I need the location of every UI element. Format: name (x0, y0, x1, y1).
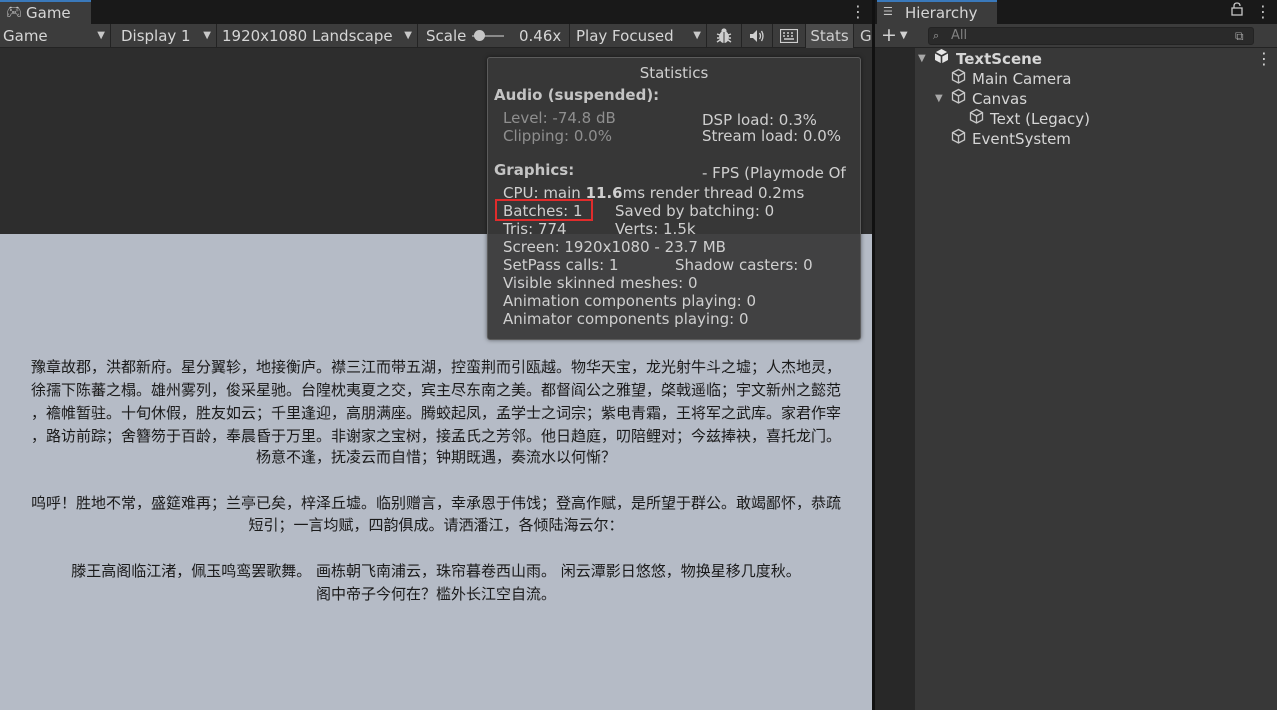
visible-skinned-meshes: Visible skinned meshes: 0 (503, 274, 698, 292)
lock-icon[interactable] (1231, 2, 1243, 20)
gizmos-button[interactable]: G (854, 24, 872, 48)
game-tab-bar: 🎮︎ Game ⋮ (0, 0, 872, 24)
text-line: 阁中帝子今何在？槛外长江空自流。 (315, 585, 556, 603)
hierarchy-item-text-legacy[interactable]: Text (Legacy) (875, 108, 1277, 130)
game-more-menu-icon[interactable]: ⋮ (850, 2, 866, 22)
audio-header: Audio (suspended): (494, 86, 660, 104)
text-line: 徐孺下陈蕃之榻。雄州雾列，俊采星驰。台隍枕夷夏之交，宾主尽东南之美。都督阎公之雅… (30, 381, 841, 399)
gameobject-cube-icon (950, 68, 967, 90)
hierarchy-item-textscene[interactable]: ▼ TextScene ⋮ (875, 49, 1277, 69)
hierarchy-item-main-camera[interactable]: Main Camera (875, 68, 1277, 90)
hierarchy-item-label: Canvas (972, 90, 1028, 108)
audio-level: Level: -74.8 dB (503, 109, 616, 127)
statistics-title: Statistics (639, 64, 709, 82)
text-line: 豫章故郡，洪都新府。星分翼轸，地接衡庐。襟三江而带五湖，控蛮荆而引瓯越。物华天宝… (30, 358, 841, 376)
scene-more-menu-icon[interactable]: ⋮ (1256, 49, 1272, 69)
animation-components: Animation components playing: 0 (503, 292, 757, 310)
gameobject-cube-icon (950, 128, 967, 150)
audio-clipping: Clipping: 0.0% (503, 127, 612, 145)
text-line: 滕王高阁临江渚，佩玉鸣鸾罢歌舞。 画栋朝飞南浦云，珠帘暮卷西山雨。 闲云潭影日悠… (71, 562, 801, 580)
text-line: 杨意不逢，抚凌云而自惜；钟期既遇，奏流水以何惭？ (255, 448, 616, 466)
hierarchy-item-label: EventSystem (972, 130, 1071, 148)
play-mode-select[interactable]: Play Focused ▼ (570, 24, 707, 48)
resolution-select-label: 1920x1080 Landscape (222, 27, 393, 45)
cpu-suffix: ms render thread 0.2ms (622, 184, 805, 202)
hierarchy-tab[interactable]: ☰ Hierarchy (877, 0, 997, 24)
chevron-down-icon: ▼ (899, 30, 908, 41)
animator-components: Animator components playing: 0 (503, 310, 749, 328)
mode-select[interactable]: Game ▼ (0, 24, 111, 48)
scale-control: Scale 0.46x (418, 24, 570, 48)
game-tab[interactable]: 🎮︎ Game (0, 0, 91, 24)
hierarchy-item-label: Main Camera (972, 70, 1072, 88)
text-line: ，襜帷暂驻。十旬休假，胜友如云；千里逢迎，高朋满座。腾蛟起凤，孟学士之词宗；紫电… (30, 404, 841, 422)
search-options-icon[interactable]: ⧉ (1235, 28, 1244, 44)
game-toolbar: Game ▼ Display 1 ▼ 1920x1080 Landscape ▼… (0, 24, 872, 48)
unity-scene-icon (933, 48, 950, 70)
tris-count: Tris: 774 (503, 220, 567, 238)
speaker-icon (750, 30, 764, 42)
bug-icon (716, 28, 732, 43)
game-tab-label: Game (26, 4, 71, 22)
text-line: 呜呼！胜地不常，盛筵难再；兰亭已矣，梓泽丘墟。临别赠言，幸承恩于伟饯；登高作赋，… (30, 494, 841, 512)
chevron-down-icon: ▼ (203, 30, 211, 41)
display-select-label: Display 1 (121, 27, 191, 45)
gameobject-cube-icon (968, 108, 985, 130)
hierarchy-item-label: TextScene (956, 50, 1042, 68)
list-icon: ☰ (883, 5, 893, 18)
shortcuts-button[interactable] (773, 24, 806, 48)
graphics-header: Graphics: (494, 161, 575, 179)
resolution-select[interactable]: 1920x1080 Landscape ▼ (217, 24, 418, 48)
batches-highlight-box (495, 199, 593, 221)
saved-by-batching: Saved by batching: 0 (615, 202, 775, 220)
hierarchy-tab-label: Hierarchy (905, 4, 978, 22)
hierarchy-search-input[interactable]: ⌕ All ⧉ (928, 27, 1254, 45)
chevron-down-icon: ▼ (97, 30, 105, 41)
search-icon: ⌕ (933, 29, 940, 42)
frame-debugger-button[interactable] (707, 24, 742, 48)
chevron-down-icon: ▼ (693, 30, 701, 41)
search-placeholder: All (951, 28, 968, 43)
expand-triangle-icon[interactable]: ▼ (935, 89, 943, 109)
expand-triangle-icon[interactable]: ▼ (918, 49, 926, 69)
fps-readout: - FPS (Playmode Off) (702, 164, 846, 182)
stats-button-label: Stats (810, 27, 849, 45)
screen-info: Screen: 1920x1080 - 23.7 MB (503, 238, 726, 256)
plus-icon: + (881, 24, 897, 46)
gameobject-cube-icon (950, 88, 967, 110)
scale-label: Scale (426, 27, 467, 45)
display-select[interactable]: Display 1 ▼ (111, 24, 217, 48)
mode-select-label: Game (3, 27, 48, 45)
chevron-down-icon: ▼ (404, 30, 412, 41)
text-line: ，路访前踪；舍簪笏于百龄，奉晨昏于万里。非谢家之宝树，接孟氏之芳邻。他日趋庭，叨… (30, 427, 841, 445)
mute-audio-button[interactable] (742, 24, 773, 48)
stats-toggle-button[interactable]: Stats (806, 24, 854, 48)
gizmos-button-label: G (860, 27, 872, 45)
create-button[interactable]: + ▼ (881, 25, 908, 46)
stream-load: Stream load: 0.0% (702, 127, 842, 145)
hierarchy-item-eventsystem[interactable]: EventSystem (875, 128, 1277, 150)
shadow-casters: Shadow casters: 0 (675, 256, 813, 274)
verts-count: Verts: 1.5k (615, 220, 696, 238)
text-line: 短引；一言均赋，四韵俱成。请洒潘江，各倾陆海云尔： (248, 516, 624, 534)
scale-value: 0.46x (519, 27, 562, 45)
setpass-calls: SetPass calls: 1 (503, 256, 619, 274)
hierarchy-item-canvas[interactable]: ▼ Canvas (875, 88, 1277, 110)
keyboard-icon (779, 28, 799, 44)
scale-slider-handle[interactable] (474, 30, 485, 41)
gamepad-icon: 🎮︎ (6, 5, 23, 20)
play-mode-select-label: Play Focused (576, 27, 674, 45)
hierarchy-more-menu-icon[interactable]: ⋮ (1255, 2, 1271, 21)
hierarchy-item-label: Text (Legacy) (990, 110, 1090, 128)
